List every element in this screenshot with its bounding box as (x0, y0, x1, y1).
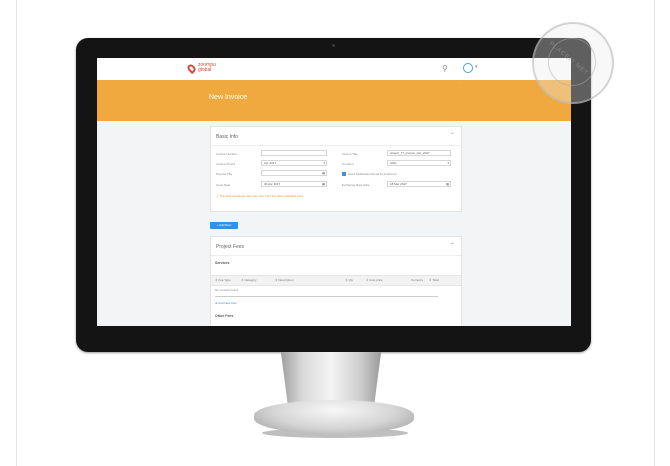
page-title: New Invoice (209, 94, 248, 101)
monitor: zoompu global ⚲ ▾ ° New Invoice Basic In… (76, 38, 591, 352)
invoice-title-input[interactable]: project_77_invoice_Apr_2017 (387, 150, 451, 156)
notify-checkbox[interactable] (342, 172, 346, 176)
watermark-seal: PLACEIT.NET (532, 22, 614, 104)
table-header: ⇕ Fee Type ⇕ Category ⇕ Description ⇕ Qt… (211, 275, 461, 286)
payment-by-date[interactable]: ▦ (261, 170, 327, 176)
collapse-caret-icon[interactable]: ⌃ (450, 242, 455, 249)
monitor-base (254, 400, 414, 434)
basic-info-card: Basic Info ⌃ Invoice Number Invoice Peri… (210, 126, 462, 212)
horizontal-scrollbar[interactable] (215, 296, 438, 297)
calendar-icon: ▦ (322, 182, 325, 186)
collapse-caret-icon[interactable]: ⌃ (450, 132, 455, 139)
add-new-item-link[interactable]: ⊕ Add New Item (215, 301, 237, 305)
chevron-down-icon: ▾ (323, 161, 325, 165)
issue-date-input[interactable]: 30 Apr 2017 ▦ (261, 181, 327, 187)
camera-dot (332, 44, 335, 47)
logo[interactable]: zoompu global (198, 63, 216, 73)
banner-marker: ° (460, 82, 462, 88)
calendar-icon: ▦ (446, 182, 449, 186)
left-page-edge (16, 0, 17, 466)
exchange-rate-date-value: 18 Mar 2017 (390, 182, 407, 186)
exchange-rate-date-input[interactable]: 18 Mar 2017 ▦ (387, 181, 451, 187)
chevron-down-icon[interactable]: ▾ (475, 64, 478, 70)
field-label: Currency (342, 162, 355, 166)
column-header[interactable]: ⇕ Total (429, 278, 439, 282)
invoice-period-select[interactable]: Apr 2017 ▾ (261, 160, 327, 166)
card-title-basic-info: Basic Info (216, 134, 238, 140)
project-fees-card: Project Fees ⌃ Services ⇕ Fee Type ⇕ Cat… (210, 236, 462, 326)
right-page-edge (654, 0, 655, 466)
field-label: Invoice Title (342, 152, 358, 156)
field-label: Invoice Period (216, 162, 236, 166)
screen: zoompu global ⚲ ▾ ° New Invoice Basic In… (97, 58, 571, 326)
notify-checkbox-label: Send Notification Email To Customer (348, 172, 397, 176)
divider (211, 255, 461, 256)
empty-state-text: No records found (215, 288, 239, 292)
logo-line-2: global (198, 67, 212, 73)
invoice-period-value: Apr 2017 (264, 161, 277, 165)
currency-value: SGD (390, 161, 397, 165)
card-title-project-fees: Project Fees (216, 244, 245, 250)
warning-text: The final exchange rate may vary from th… (219, 194, 304, 198)
issue-date-value: 30 Apr 2017 (264, 182, 281, 186)
exchange-rate-warning: ⓘ The final exchange rate may vary from … (216, 194, 326, 198)
field-label: Exchange Rate Date (342, 183, 370, 187)
divider (211, 145, 461, 146)
column-header[interactable]: ⇕ Description (275, 278, 293, 282)
chevron-down-icon: ▾ (447, 161, 449, 165)
invoice-number-input[interactable] (261, 150, 327, 156)
user-avatar-icon[interactable] (463, 63, 473, 73)
column-header[interactable]: ⇕ Item price (366, 278, 383, 282)
services-heading: Services (215, 261, 230, 265)
calendar-icon: ▦ (322, 171, 325, 175)
add-row-button[interactable]: + Add Row (210, 222, 238, 229)
other-fees-heading: Other Fees (215, 314, 234, 318)
field-label: Payment By (216, 172, 233, 176)
column-header[interactable]: Currency (411, 278, 423, 282)
page-banner (97, 80, 571, 121)
logo-icon (185, 62, 198, 75)
monitor-stand (280, 352, 382, 404)
app-topbar: zoompu global ⚲ ▾ (97, 58, 571, 81)
column-header[interactable]: ⇕ Qty (345, 278, 353, 282)
field-label: Issue Date (216, 183, 231, 187)
field-label: Invoice Number (216, 152, 238, 156)
column-header[interactable]: ⇕ Category (241, 278, 257, 282)
currency-select[interactable]: SGD ▾ (387, 160, 451, 166)
column-header[interactable]: ⇕ Fee Type (215, 278, 231, 282)
pin-icon[interactable]: ⚲ (442, 64, 448, 73)
